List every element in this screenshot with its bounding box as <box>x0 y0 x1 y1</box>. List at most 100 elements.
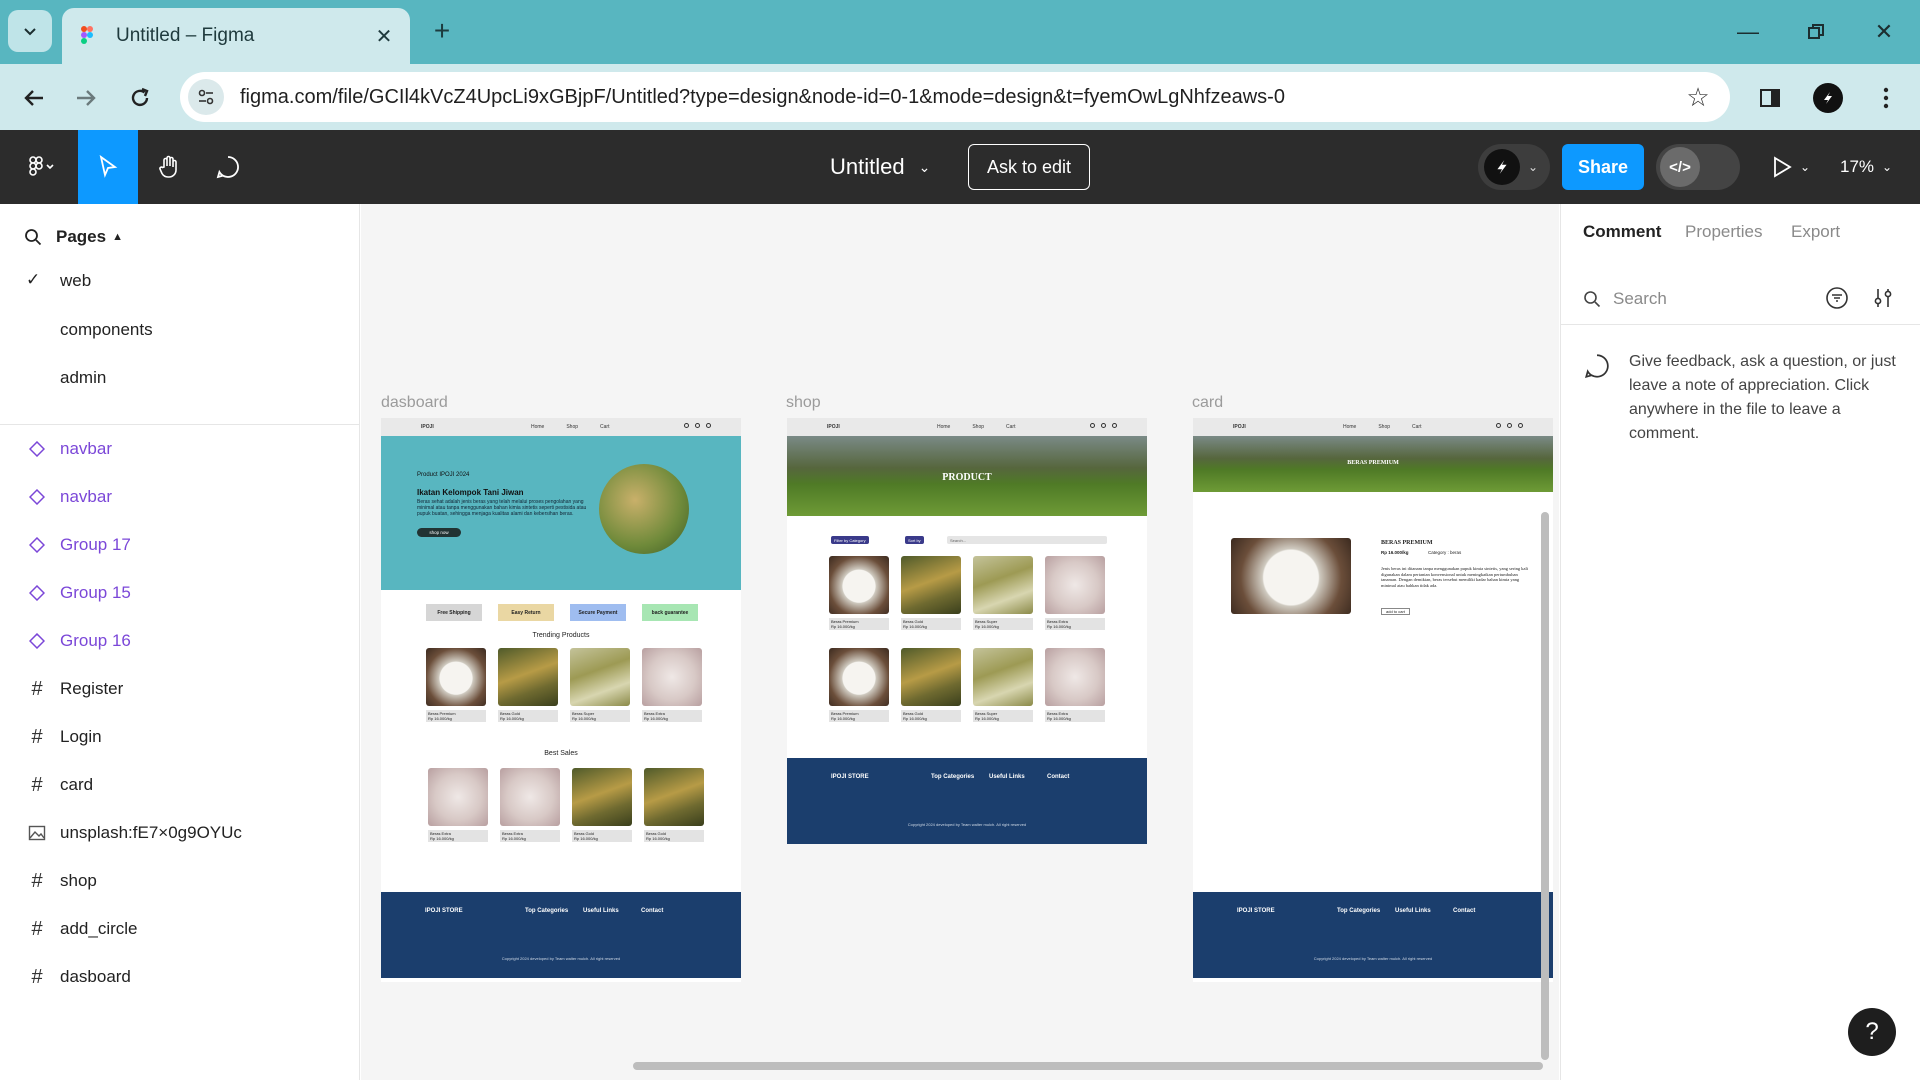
tab-close-icon[interactable]: ✕ <box>372 24 396 49</box>
mini-search: Search... <box>947 536 1107 544</box>
frame-label-dasboard[interactable]: dasboard <box>381 394 448 412</box>
frame-shop[interactable]: IPOJI Home Shop Cart PRODUCT Filter by C… <box>787 418 1147 844</box>
comment-settings-icon[interactable] <box>1867 282 1899 314</box>
mini-nav-icons <box>1090 423 1117 428</box>
mini-hero-title: Ikatan Kelompok Tani Jiwan <box>417 488 524 497</box>
site-settings-icon[interactable] <box>188 79 224 115</box>
help-button[interactable]: ? <box>1848 1008 1896 1056</box>
pages-header[interactable]: Pages ▲ <box>24 220 123 254</box>
mini-feature: Easy Return <box>498 604 554 621</box>
layer-group-16[interactable]: Group 16 <box>0 623 360 659</box>
dev-mode-toggle[interactable]: </> <box>1656 144 1740 190</box>
layer-navbar[interactable]: navbar <box>0 479 360 515</box>
layer-name: Group 16 <box>60 631 131 650</box>
page-web[interactable]: web <box>60 271 91 291</box>
mini-footer-heading: Useful Links <box>989 774 1025 780</box>
mini-footer-col: Contact <box>1453 908 1475 917</box>
mini-brand: IPOJI <box>827 424 840 430</box>
file-title[interactable]: Untitled ⌄ <box>830 130 930 204</box>
layer-shop[interactable]: # shop <box>0 863 360 899</box>
profile-avatar[interactable] <box>1808 78 1848 118</box>
tab-export[interactable]: Export <box>1791 222 1840 242</box>
layer-add-circle[interactable]: # add_circle <box>0 911 360 947</box>
mini-product-card: Beras Extra Rp 16.000/kg <box>1045 648 1105 722</box>
move-tool[interactable] <box>78 130 138 204</box>
minimize-icon[interactable]: — <box>1724 12 1772 52</box>
layer-unsplash-image[interactable]: unsplash:fE7×0g9OYUc <box>0 815 360 851</box>
frame-label-shop[interactable]: shop <box>786 394 821 412</box>
layer-name: Group 15 <box>60 583 131 602</box>
present-button[interactable]: ⌄ <box>1772 130 1810 204</box>
share-button[interactable]: Share <box>1562 144 1644 190</box>
play-icon <box>1774 156 1792 178</box>
mini-footer-col: Contact <box>1047 774 1069 783</box>
hand-tool[interactable] <box>142 130 198 204</box>
back-icon[interactable] <box>14 78 54 118</box>
component-icon <box>22 585 52 601</box>
mini-navbar: IPOJI Home Shop Cart <box>381 418 741 436</box>
design-canvas[interactable]: dasboard shop card IPOJI Home Shop Cart … <box>361 204 1559 1080</box>
zoom-level: 17% <box>1840 157 1875 176</box>
layer-group-15[interactable]: Group 15 <box>0 575 360 611</box>
mini-footer-heading: Top Categories <box>931 774 975 780</box>
comment-tool[interactable] <box>200 130 256 204</box>
reload-icon[interactable] <box>120 78 160 118</box>
filter-comments-icon[interactable] <box>1821 282 1853 314</box>
pages-title: Pages <box>56 227 107 246</box>
side-panel-icon[interactable] <box>1750 78 1790 118</box>
chevron-down-icon: ⌄ <box>1800 160 1811 174</box>
url-field[interactable]: figma.com/file/GCIl4kVcZ4UpcLi9xGBjpF/Un… <box>180 72 1730 122</box>
layer-card[interactable]: # card <box>0 767 360 803</box>
cursor-icon <box>99 155 118 178</box>
mini-feature: Secure Payment <box>570 604 626 621</box>
collaborator-avatar[interactable]: ⌄ <box>1478 144 1550 190</box>
bookmark-star-icon[interactable]: ☆ <box>1676 82 1720 113</box>
mini-footer-col: Top Categories <box>1337 908 1380 917</box>
restore-icon[interactable] <box>1792 12 1840 52</box>
browser-tab[interactable]: Untitled – Figma ✕ <box>62 8 410 64</box>
main-menu-button[interactable] <box>12 130 70 204</box>
mini-nav-link: Shop <box>1378 424 1391 430</box>
frame-dasboard[interactable]: IPOJI Home Shop Cart Product IPOJI 2024 … <box>381 418 741 982</box>
horizontal-scrollbar[interactable] <box>633 1062 1543 1070</box>
layer-group-17[interactable]: Group 17 <box>0 527 360 563</box>
code-icon: </> <box>1660 147 1700 187</box>
search-icon[interactable] <box>24 228 42 246</box>
layer-login[interactable]: # Login <box>0 719 360 755</box>
mini-footer-heading: Contact <box>1047 774 1070 780</box>
profile-icon <box>1813 83 1843 113</box>
tab-properties[interactable]: Properties <box>1685 222 1762 242</box>
panel-divider <box>1561 324 1920 325</box>
layer-dasboard[interactable]: # dasboard <box>0 959 360 995</box>
comment-search[interactable]: Search <box>1583 284 1783 314</box>
layer-name: navbar <box>60 439 112 458</box>
zoom-menu[interactable]: 17% ⌄ <box>1840 130 1892 204</box>
new-tab-button[interactable]: + <box>424 14 460 50</box>
frame-label-card[interactable]: card <box>1192 394 1223 412</box>
browser-menu-icon[interactable] <box>1866 78 1906 118</box>
mini-product-card: Beras Premium Rp 16.000/kg <box>829 648 889 722</box>
mini-product-price: Rp 16.000/kg <box>500 716 524 721</box>
layer-register[interactable]: # Register <box>0 671 360 707</box>
mini-footer-heading: IPOJI STORE <box>831 774 869 780</box>
component-icon <box>22 441 52 457</box>
layer-navbar[interactable]: navbar <box>0 431 360 467</box>
comment-hint-text: Give feedback, ask a question, or just l… <box>1629 353 1896 442</box>
tab-comment[interactable]: Comment <box>1583 222 1661 242</box>
ask-to-edit-button[interactable]: Ask to edit <box>968 144 1090 190</box>
mini-brand: IPOJI <box>1233 424 1246 430</box>
page-components[interactable]: components <box>60 320 153 340</box>
frame-card[interactable]: IPOJI Home Shop Cart BERAS PREMIUM BERAS… <box>1193 418 1553 982</box>
window-close-icon[interactable]: ✕ <box>1860 12 1908 52</box>
vertical-scrollbar[interactable] <box>1541 512 1549 1060</box>
mini-product-card: Beras Super Rp 16.000/kg <box>570 648 630 722</box>
mini-footer-col: Contact <box>641 908 663 917</box>
mini-nav-link: Shop <box>566 424 579 430</box>
mini-hero-eyebrow: Product IPOJI 2024 <box>417 472 470 478</box>
tab-search-button[interactable] <box>8 10 52 52</box>
mini-footer-heading: Useful Links <box>1395 908 1431 914</box>
forward-icon[interactable] <box>66 78 106 118</box>
mini-product-card: Beras Extra Rp 16.000/kg <box>500 768 560 842</box>
page-admin[interactable]: admin <box>60 368 106 388</box>
url-text: figma.com/file/GCIl4kVcZ4UpcLi9xGBjpF/Un… <box>240 85 1285 108</box>
